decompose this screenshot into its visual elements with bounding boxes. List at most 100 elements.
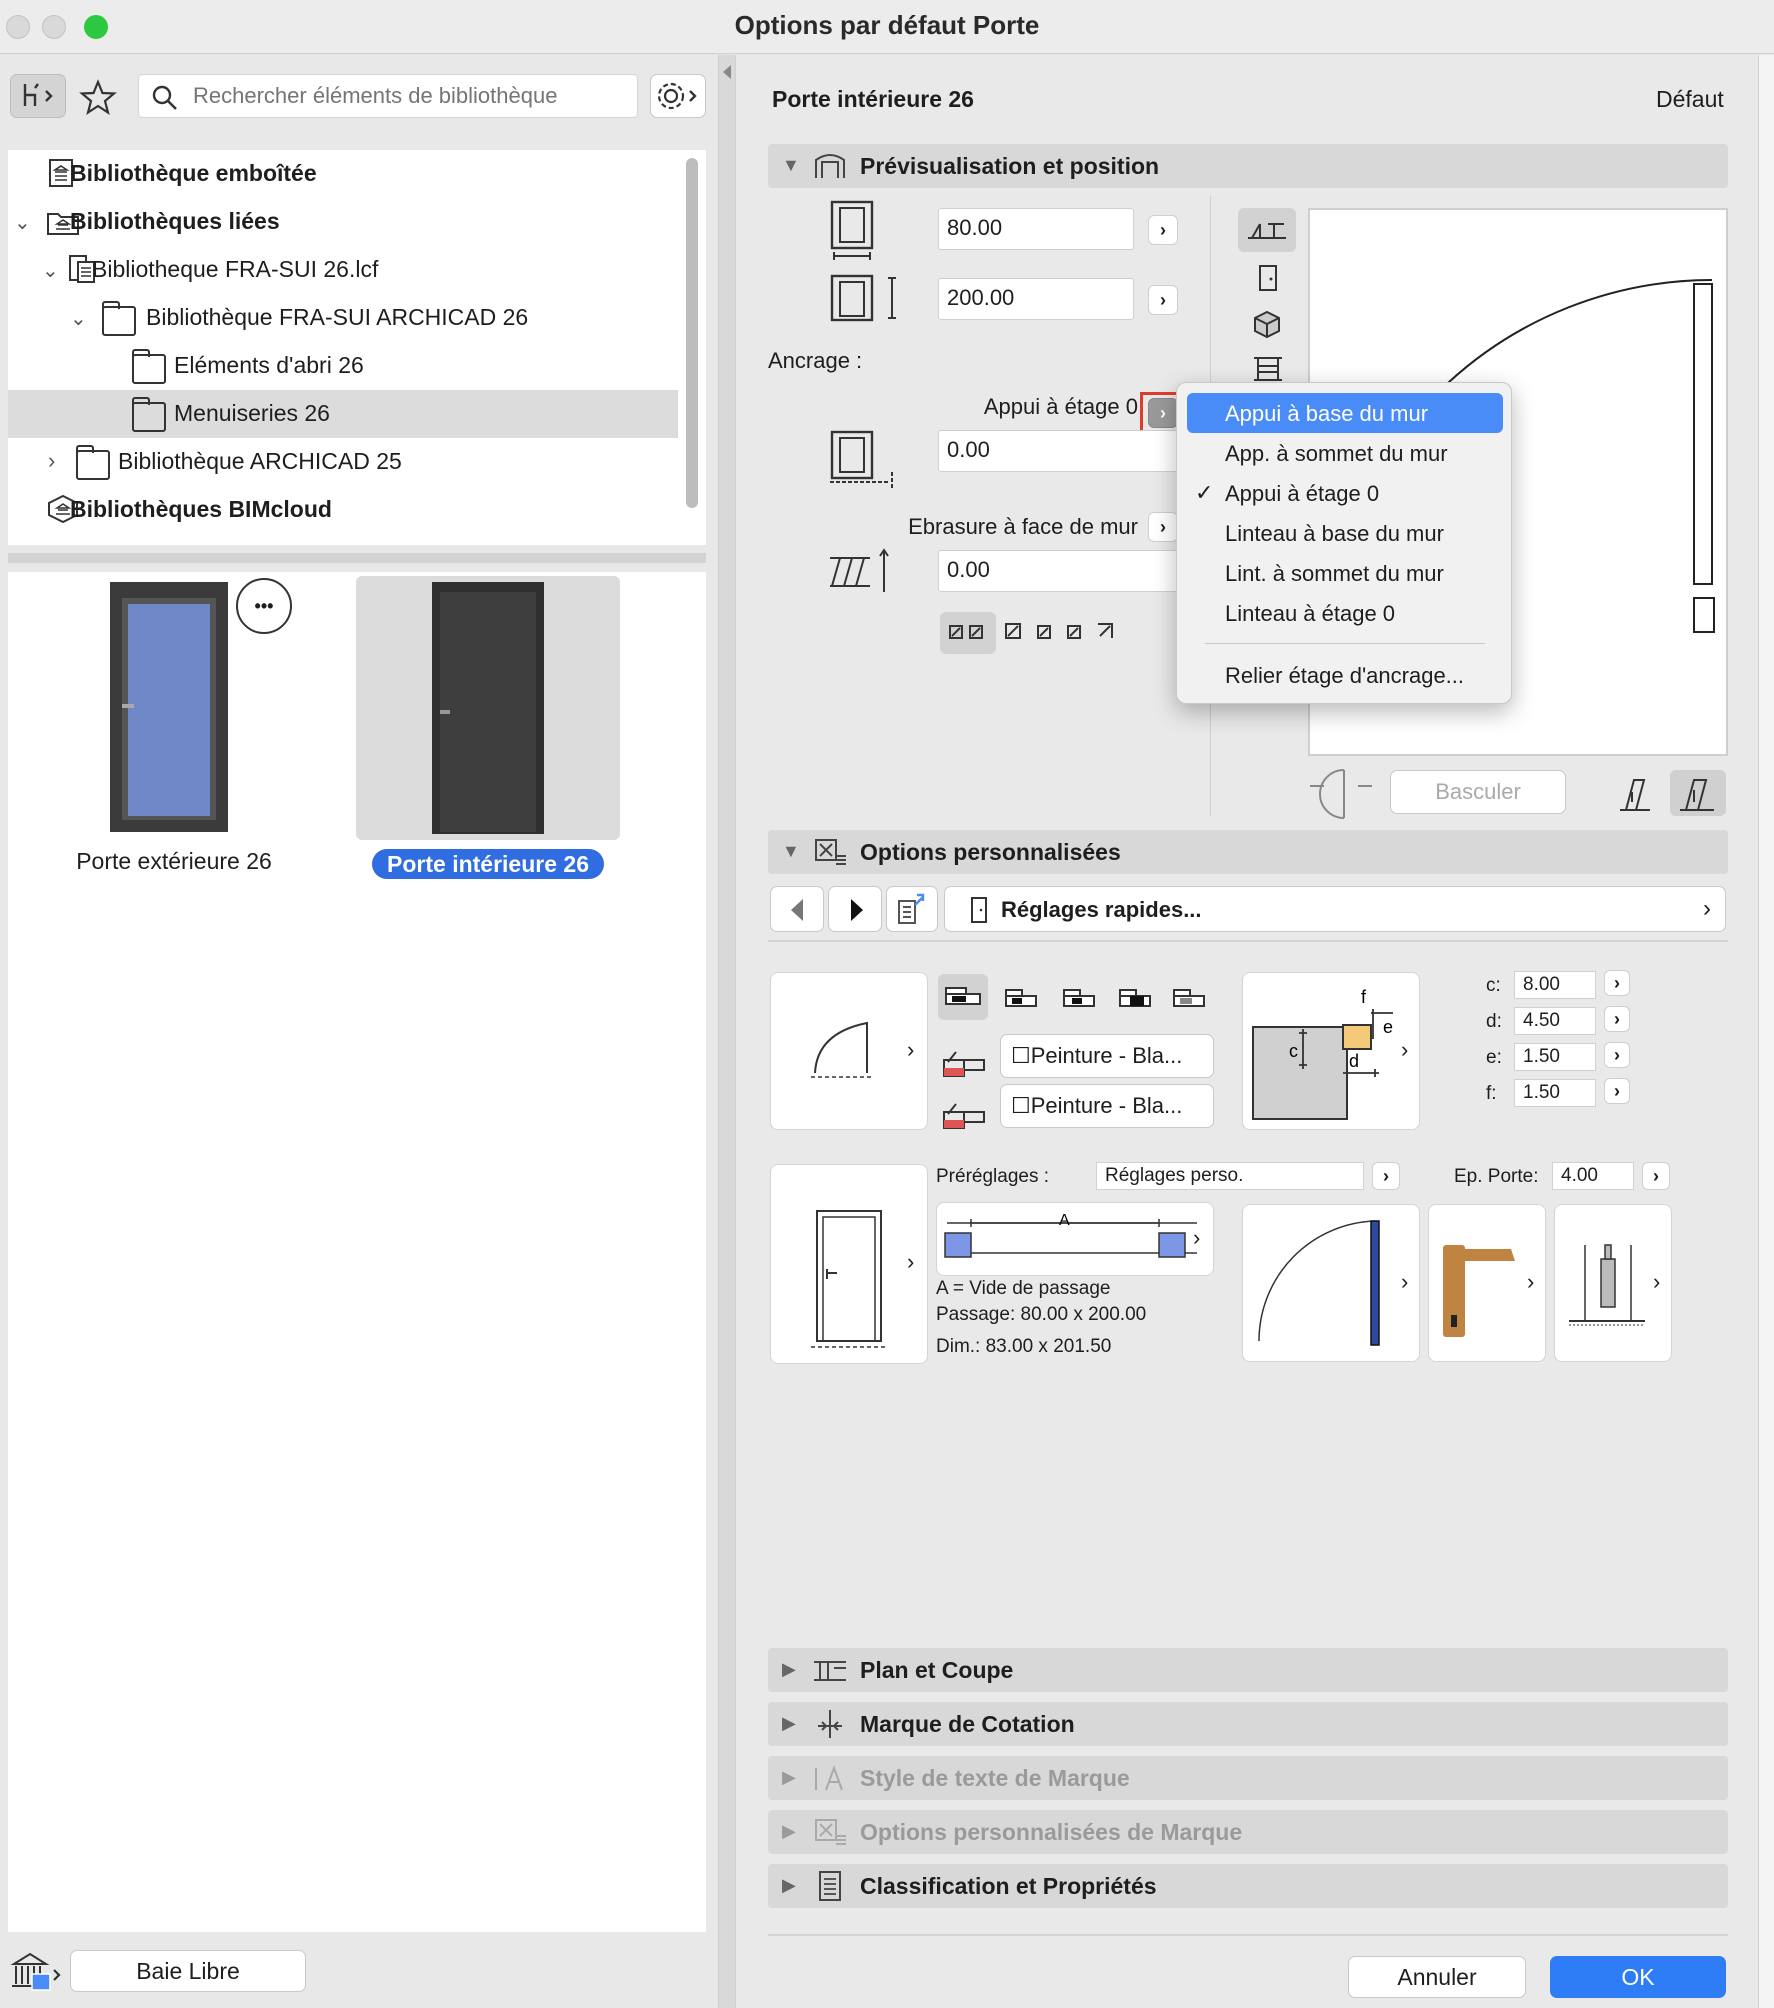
- more-options-button[interactable]: •••: [236, 578, 292, 634]
- presets-field[interactable]: Réglages perso.: [1096, 1162, 1364, 1190]
- chevron-down-icon[interactable]: ⌄: [14, 210, 31, 235]
- reveal-mode-options[interactable]: [1002, 618, 1132, 648]
- collapse-arrow-icon[interactable]: [723, 65, 731, 79]
- library-search-box[interactable]: [138, 74, 638, 118]
- anchor-height-icon: [830, 430, 893, 488]
- panel-divider[interactable]: [718, 55, 736, 2008]
- dim-d-field[interactable]: 4.50: [1514, 1007, 1596, 1035]
- library-manager-button[interactable]: [10, 74, 66, 118]
- tree-item-fra-sui-lcf[interactable]: ⌄ Bibliotheque FRA-SUI 26.lcf: [8, 246, 678, 294]
- frame-style-4-icon[interactable]: [1114, 978, 1156, 1018]
- door-thumbnail-exterior[interactable]: [108, 580, 230, 834]
- door-thumbnail-interior[interactable]: [356, 576, 620, 840]
- section-style-texte-marque[interactable]: ▶ Style de texte de Marque: [768, 1756, 1728, 1800]
- presets-expand-button[interactable]: ›: [1372, 1162, 1400, 1190]
- transfer-settings-button[interactable]: [886, 886, 938, 932]
- width-field[interactable]: 80.00: [938, 208, 1134, 250]
- quick-settings-dropdown[interactable]: Réglages rapides... ›: [944, 886, 1726, 932]
- favorites-star-icon[interactable]: [78, 78, 118, 118]
- tree-item-fra-sui-archicad-26[interactable]: ⌄ Bibliothèque FRA-SUI ARCHICAD 26: [8, 294, 678, 342]
- section-plan-coupe[interactable]: ▶ Plan et Coupe: [768, 1648, 1728, 1692]
- ebrasure-value-field[interactable]: 0.00: [938, 550, 1178, 592]
- menu-item-linteau-base-mur[interactable]: Linteau à base du mur: [1187, 513, 1503, 553]
- tree-item-menuiseries[interactable]: Menuiseries 26: [8, 390, 678, 438]
- section-preview-position[interactable]: ▼ Prévisualisation et position: [768, 144, 1728, 188]
- chevron-down-icon[interactable]: ⌄: [42, 258, 59, 283]
- anchor-value-field[interactable]: 0.00: [938, 430, 1178, 472]
- section-marque-cotation[interactable]: ▶ Marque de Cotation: [768, 1702, 1728, 1746]
- tree-item-archicad-25[interactable]: › Bibliothèque ARCHICAD 25: [8, 438, 678, 486]
- tree-item-bibliotheques-liees[interactable]: ⌄ Bibliothèques liées: [8, 198, 678, 246]
- view-section-icon[interactable]: [1250, 352, 1286, 386]
- height-expand-button[interactable]: ›: [1148, 285, 1178, 315]
- door-handle-panel[interactable]: ›: [1428, 1204, 1546, 1362]
- library-building-icon: [10, 1952, 61, 1991]
- dim-d-label: d:: [1486, 1011, 1502, 1032]
- frame-style-2-icon[interactable]: [1000, 978, 1042, 1018]
- dim-e-expand-button[interactable]: ›: [1604, 1042, 1630, 1068]
- dim-d-expand-button[interactable]: ›: [1604, 1006, 1630, 1032]
- opening-style-panel[interactable]: ›: [770, 972, 928, 1130]
- dim-e-field[interactable]: 1.50: [1514, 1043, 1596, 1071]
- anchor-expand-button[interactable]: ›: [1148, 398, 1178, 428]
- gear-icon: [657, 82, 697, 110]
- surface-material-2-dropdown[interactable]: ☐Peinture - Bla...: [1000, 1084, 1214, 1128]
- tree-scrollbar[interactable]: [686, 158, 698, 508]
- width-expand-button[interactable]: ›: [1148, 215, 1178, 245]
- door-handing-right-button[interactable]: [1670, 770, 1726, 816]
- menu-item-relier-etage[interactable]: Relier étage d'ancrage...: [1187, 655, 1503, 695]
- door-elevation-panel[interactable]: ›: [770, 1164, 928, 1364]
- section-options-marque[interactable]: ▶ Options personnalisées de Marque: [768, 1810, 1728, 1854]
- menu-item-label: Linteau à base du mur: [1225, 521, 1444, 546]
- view-floorplan-button[interactable]: [1238, 208, 1296, 252]
- menu-item-lint-sommet-mur[interactable]: Lint. à sommet du mur: [1187, 553, 1503, 593]
- window-title: Options par défaut Porte: [734, 10, 1040, 40]
- door-leaf-swing-panel[interactable]: ›: [1242, 1204, 1420, 1362]
- ebrasure-expand-button[interactable]: ›: [1148, 512, 1178, 542]
- menu-item-appui-etage-0[interactable]: ✓ Appui à étage 0: [1187, 473, 1503, 513]
- section-classification[interactable]: ▶ Classification et Propriétés: [768, 1864, 1728, 1908]
- menu-item-appui-base-mur[interactable]: Appui à base du mur: [1187, 393, 1503, 433]
- section-custom-options[interactable]: ▼ Options personnalisées: [768, 830, 1728, 874]
- passage-diagram-panel[interactable]: A ›: [936, 1202, 1214, 1276]
- view-3d-icon[interactable]: [1252, 308, 1282, 342]
- prev-page-button[interactable]: [770, 886, 824, 932]
- transfer-icon: [898, 893, 925, 924]
- settings-gear-button[interactable]: [650, 74, 706, 118]
- height-field[interactable]: 200.00: [938, 278, 1134, 320]
- surface-material-1-dropdown[interactable]: ☐Peinture - Bla...: [1000, 1034, 1214, 1078]
- door-threshold-panel[interactable]: ›: [1554, 1204, 1672, 1362]
- cancel-button[interactable]: Annuler: [1348, 1956, 1526, 1998]
- dim-c-expand-button[interactable]: ›: [1604, 970, 1630, 996]
- dim-f-field[interactable]: 1.50: [1514, 1079, 1596, 1107]
- frame-style-1-button[interactable]: [938, 974, 988, 1020]
- ep-porte-field[interactable]: 4.00: [1552, 1162, 1634, 1190]
- frame-style-3-icon[interactable]: [1058, 978, 1100, 1018]
- menu-item-app-sommet-mur[interactable]: App. à sommet du mur: [1187, 433, 1503, 473]
- tree-item-bimcloud[interactable]: Bibliothèques BIMcloud: [8, 486, 678, 534]
- section-collapse-icon: ▼: [782, 155, 800, 175]
- library-loader-button[interactable]: [10, 1950, 62, 1994]
- pane-splitter[interactable]: [8, 553, 706, 563]
- tree-item-bibliotheque-emboitee[interactable]: Bibliothèque emboîtée: [8, 150, 678, 198]
- view-elevation-icon[interactable]: [1252, 262, 1282, 296]
- chevron-right-icon[interactable]: ›: [48, 448, 55, 474]
- chevron-down-icon[interactable]: ⌄: [70, 306, 87, 331]
- reveal-mode-1-button[interactable]: [940, 612, 996, 654]
- baie-libre-button[interactable]: Baie Libre: [70, 1950, 306, 1992]
- ok-button[interactable]: OK: [1550, 1956, 1726, 1998]
- search-input[interactable]: [193, 81, 629, 111]
- frame-style-5-icon[interactable]: [1168, 978, 1210, 1018]
- ep-porte-expand-button[interactable]: ›: [1642, 1162, 1670, 1190]
- next-page-button[interactable]: [828, 886, 882, 932]
- menu-item-linteau-etage-0[interactable]: Linteau à étage 0: [1187, 593, 1503, 633]
- basculer-button[interactable]: Basculer: [1390, 770, 1566, 814]
- dim-c-field[interactable]: 8.00: [1514, 971, 1596, 999]
- door-handing-left-icon[interactable]: [1612, 772, 1658, 816]
- section-expand-icon: ▶: [782, 1875, 796, 1895]
- dim-f-expand-button[interactable]: ›: [1604, 1078, 1630, 1104]
- mirror-swing-icon[interactable]: [1304, 762, 1384, 824]
- frame-section-diagram-panel[interactable]: c d ef ›: [1242, 972, 1420, 1130]
- frame-style-icon: [945, 987, 981, 1005]
- tree-item-elements-abri[interactable]: Eléments d'abri 26: [8, 342, 678, 390]
